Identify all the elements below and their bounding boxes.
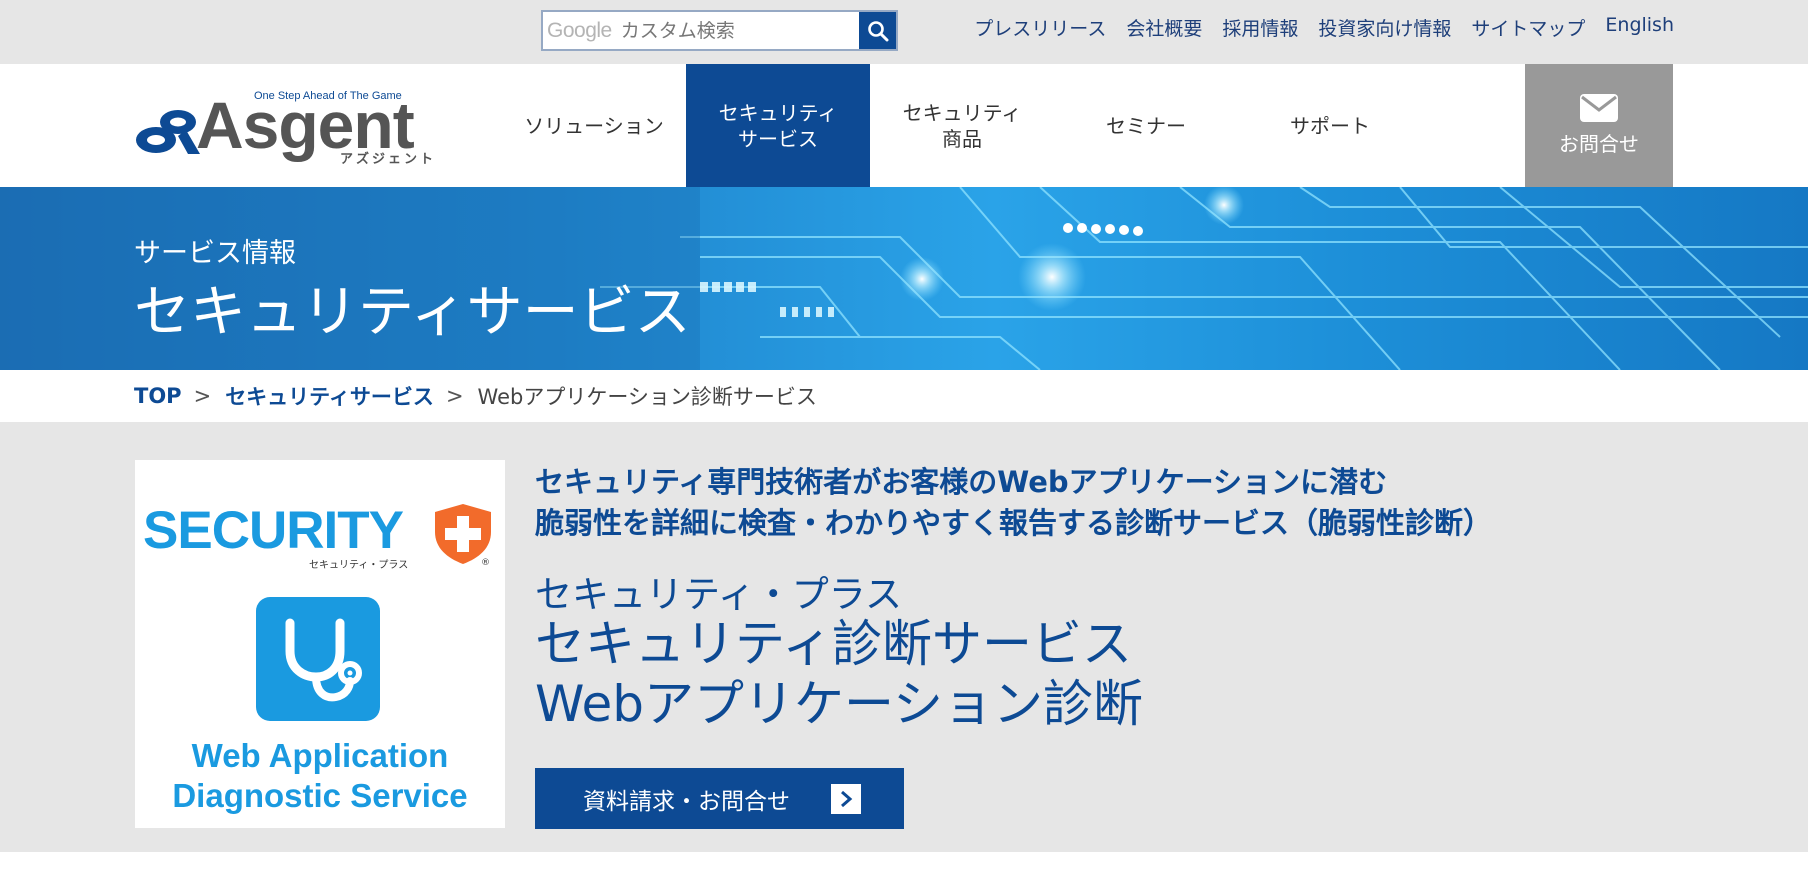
google-logo: Google — [547, 18, 612, 42]
link-english[interactable]: English — [1605, 14, 1674, 41]
link-sitemap[interactable]: サイトマップ — [1471, 14, 1585, 41]
nav-support[interactable]: サポート — [1238, 64, 1422, 187]
hero-banner: サービス情報 セキュリティサービス — [0, 187, 1808, 370]
contact-button[interactable]: お問合せ — [1525, 64, 1673, 187]
site-header: One Step Ahead of The Game Asgent アズジェント… — [0, 64, 1808, 187]
logo-kana: アズジェント — [340, 152, 437, 167]
registered-mark: ® — [481, 558, 490, 568]
page-bottom-spacer — [0, 852, 1808, 873]
breadcrumb-top[interactable]: TOP — [134, 384, 182, 408]
link-investors[interactable]: 投資家向け情報 — [1318, 14, 1451, 41]
nav-seminars[interactable]: セミナー — [1054, 64, 1238, 187]
utility-bar: Google プレスリリース 会社概要 採用情報 投資家向け情報 サイトマップ … — [0, 0, 1808, 64]
envelope-icon — [1580, 94, 1618, 122]
shield-plus-icon — [435, 504, 491, 564]
breadcrumb-separator: > — [193, 384, 212, 408]
breadcrumb-security-services[interactable]: セキュリティサービス — [225, 381, 434, 411]
nav-security-services[interactable]: セキュリティ サービス — [686, 64, 870, 187]
breadcrumb-current: Webアプリケーション診断サービス — [477, 385, 817, 409]
service-subtitle: セキュリティ・プラス — [535, 573, 903, 616]
nav-security-products[interactable]: セキュリティ 商品 — [870, 64, 1054, 187]
search-button[interactable] — [859, 12, 896, 49]
breadcrumb: TOP > セキュリティサービス > Webアプリケーション診断サービス — [0, 370, 1808, 422]
hero-title: セキュリティサービス — [134, 280, 691, 345]
breadcrumb-separator: > — [445, 384, 464, 408]
link-company[interactable]: 会社概要 — [1126, 14, 1202, 41]
request-info-label: 資料請求・お問合せ — [583, 788, 790, 815]
service-lead: セキュリティ専門技術者がお客様のWebアプリケーションに潜む 脆弱性を詳細に検査… — [535, 465, 1493, 540]
utility-links: プレスリリース 会社概要 採用情報 投資家向け情報 サイトマップ English — [954, 14, 1674, 41]
hero-subtitle: サービス情報 — [134, 238, 296, 269]
link-recruit[interactable]: 採用情報 — [1222, 14, 1298, 41]
search-input[interactable] — [620, 19, 841, 42]
security-plus-kana: セキュリティ・プラス — [309, 560, 409, 571]
chevron-right-icon — [831, 783, 861, 814]
link-press-release[interactable]: プレスリリース — [974, 14, 1106, 41]
product-card-caption: Web Application Diagnostic Service — [172, 737, 468, 814]
request-info-button[interactable]: 資料請求・お問合せ — [535, 768, 904, 829]
site-search: Google — [541, 10, 898, 51]
stethoscope-icon — [285, 618, 362, 702]
security-plus-wordmark: SECURITY — [143, 501, 404, 560]
nav-solutions[interactable]: ソリューション — [502, 64, 686, 187]
search-icon — [867, 20, 888, 41]
service-title: セキュリティ診断サービス Webアプリケーション診断 — [535, 615, 1144, 733]
service-intro: SECURITY セキュリティ・プラス ® Web Application Di… — [0, 422, 1808, 852]
stethoscope-icon-tile — [256, 597, 380, 721]
asgent-logo[interactable]: One Step Ahead of The Game Asgent アズジェント — [134, 90, 454, 170]
main-nav: ソリューション セキュリティ サービス セキュリティ 商品 セミナー サポート — [502, 64, 1422, 187]
contact-label: お問合せ — [1559, 132, 1639, 156]
search-field[interactable]: Google — [543, 12, 859, 49]
product-logo-card: SECURITY セキュリティ・プラス ® Web Application Di… — [135, 460, 505, 828]
